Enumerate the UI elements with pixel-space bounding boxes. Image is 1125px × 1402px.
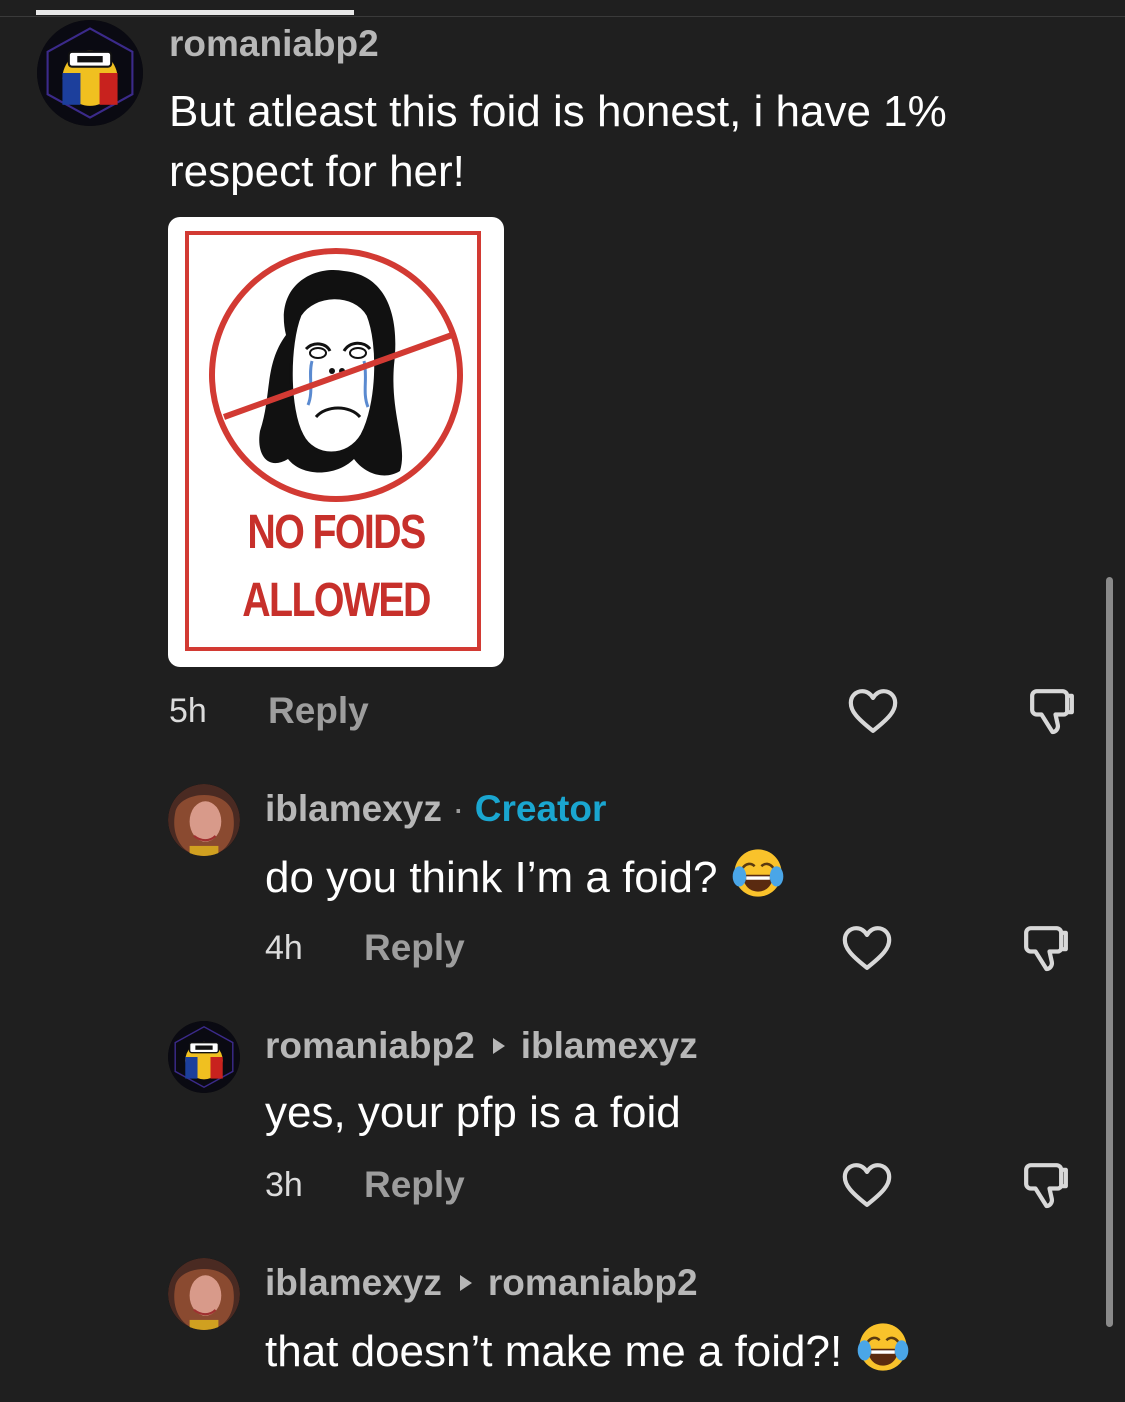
comment-text: that doesn’t make me a foid?! xyxy=(265,1320,910,1382)
reply-button[interactable]: Reply xyxy=(364,1164,465,1206)
avatar-image xyxy=(168,1021,240,1093)
like-button[interactable] xyxy=(839,920,895,976)
sign-text-line1: NO FOIDS xyxy=(247,506,426,559)
heart-icon xyxy=(848,689,898,733)
reply-button[interactable]: Reply xyxy=(364,927,465,969)
reply-to-username[interactable]: romaniabp2 xyxy=(488,1262,698,1303)
comment-text-line: But atleast this foid is honest, i have … xyxy=(169,87,947,136)
face-with-tears-of-joy-icon xyxy=(857,1323,909,1371)
caret-right-icon xyxy=(459,1275,472,1292)
username[interactable]: iblamexyz xyxy=(265,1262,442,1303)
divider xyxy=(0,16,1125,17)
separator: · xyxy=(452,788,465,829)
avatar-image xyxy=(37,20,143,126)
avatar[interactable] xyxy=(168,1258,240,1330)
like-button[interactable] xyxy=(839,1157,895,1213)
creator-badge: Creator xyxy=(474,788,607,829)
heart-icon xyxy=(842,1163,892,1207)
comment-text: But atleast this foid is honest, i have … xyxy=(169,82,947,202)
reply-to-username[interactable]: iblamexyz xyxy=(521,1025,698,1066)
reply-button[interactable]: Reply xyxy=(268,690,369,732)
username-row: iblamexyz romaniabp2 xyxy=(265,1262,698,1304)
username[interactable]: romaniabp2 xyxy=(265,1025,475,1066)
comment-image[interactable]: NO FOIDS ALLOWED xyxy=(168,217,504,667)
username[interactable]: iblamexyz xyxy=(265,788,442,829)
dislike-button[interactable] xyxy=(1024,683,1080,739)
dislike-button[interactable] xyxy=(1018,920,1074,976)
username-row: romaniabp2 iblamexyz xyxy=(265,1025,698,1067)
caret-right-icon xyxy=(492,1038,505,1055)
username[interactable]: romaniabp2 xyxy=(169,23,379,65)
comment-time: 3h xyxy=(265,1166,303,1204)
username-row: iblamexyz · Creator xyxy=(265,788,606,830)
sign-text-line2: ALLOWED xyxy=(242,574,431,627)
comment-text: do you think I’m a foid? xyxy=(265,846,785,908)
like-button[interactable] xyxy=(845,683,901,739)
avatar[interactable] xyxy=(168,1021,240,1093)
avatar[interactable] xyxy=(37,20,143,126)
tab-indicator xyxy=(36,10,354,15)
comment-text: yes, your pfp is a foid xyxy=(265,1088,681,1137)
avatar[interactable] xyxy=(168,784,240,856)
dislike-icon xyxy=(1024,926,1068,972)
comment-time: 5h xyxy=(169,692,207,730)
comment-time: 4h xyxy=(265,929,303,967)
scrollbar[interactable] xyxy=(1106,577,1113,1327)
no-sign-illustration xyxy=(209,248,463,502)
avatar-image xyxy=(168,784,240,856)
dislike-button[interactable] xyxy=(1018,1157,1074,1213)
dislike-icon xyxy=(1030,689,1074,735)
comment-text-content: do you think I’m a foid? xyxy=(265,853,718,902)
dislike-icon xyxy=(1024,1163,1068,1209)
face-with-tears-of-joy-icon xyxy=(733,849,784,897)
comment-text-line: respect for her! xyxy=(169,147,465,196)
avatar-image xyxy=(168,1258,240,1330)
comment-text-content: that doesn’t make me a foid?! xyxy=(265,1327,843,1376)
heart-icon xyxy=(842,926,892,970)
